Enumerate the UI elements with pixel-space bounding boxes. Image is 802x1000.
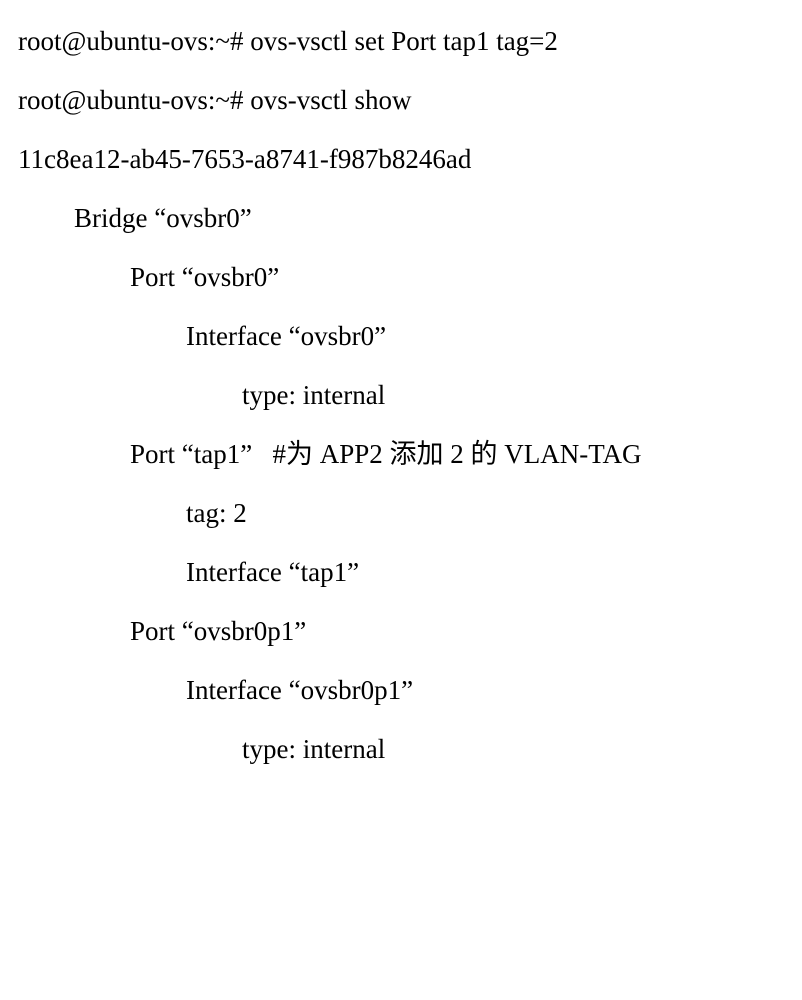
terminal-line-bridge: Bridge “ovsbr0” [18,205,784,232]
terminal-line-interface-ovsbr0p1: Interface “ovsbr0p1” [18,677,784,704]
terminal-line-type-internal-1: type: internal [18,382,784,409]
terminal-line-uuid: 11c8ea12-ab45-7653-a8741-f987b8246ad [18,146,784,173]
terminal-line-type-internal-2: type: internal [18,736,784,763]
terminal-line-port-ovsbr0: Port “ovsbr0” [18,264,784,291]
terminal-line-port-ovsbr0p1: Port “ovsbr0p1” [18,618,784,645]
terminal-line-command-show: root@ubuntu-ovs:~# ovs-vsctl show [18,87,784,114]
terminal-line-interface-tap1: Interface “tap1” [18,559,784,586]
terminal-line-command-set: root@ubuntu-ovs:~# ovs-vsctl set Port ta… [18,28,784,55]
terminal-line-port-tap1: Port “tap1” #为 APP2 添加 2 的 VLAN-TAG [18,441,784,468]
terminal-line-interface-ovsbr0: Interface “ovsbr0” [18,323,784,350]
terminal-line-tag-2: tag: 2 [18,500,784,527]
